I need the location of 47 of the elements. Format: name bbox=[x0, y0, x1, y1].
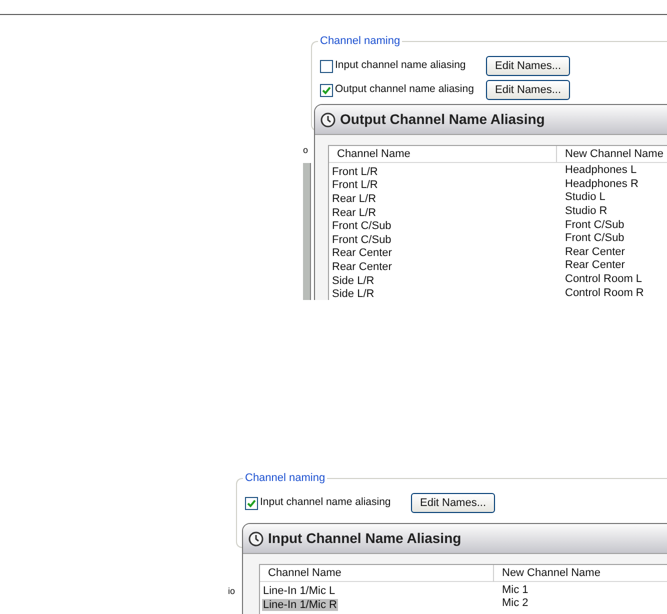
edit-names-button[interactable]: Edit Names... bbox=[486, 80, 570, 100]
table-cell-text: Studio R bbox=[564, 205, 608, 218]
list-item[interactable]: Rear L/R bbox=[331, 192, 378, 205]
side-text: o bbox=[303, 145, 310, 155]
column-header[interactable]: New Channel Name bbox=[556, 146, 664, 162]
table-cell-text: Rear Center bbox=[564, 246, 625, 259]
list-item[interactable]: Side L/R bbox=[331, 274, 376, 287]
side-text: io bbox=[228, 586, 236, 596]
table-cell-text: Rear Center bbox=[564, 259, 625, 272]
checkbox[interactable] bbox=[245, 496, 258, 510]
dialog-title: Output Channel Name Aliasing bbox=[340, 110, 545, 129]
checkbox-label: Input channel name aliasing bbox=[260, 495, 392, 510]
table-cell-text: Control Room R bbox=[564, 286, 644, 300]
edit-names-button[interactable]: Edit Names... bbox=[411, 493, 495, 514]
table-cell-text: Mic 2 bbox=[501, 597, 528, 610]
clock-icon bbox=[248, 530, 264, 547]
table-cell-text: Mic 1 bbox=[501, 584, 528, 597]
check-icon bbox=[247, 498, 256, 508]
column-header[interactable]: New Channel Name bbox=[493, 565, 600, 582]
group-title: Channel naming bbox=[318, 34, 402, 48]
table-cell-text: Headphones R bbox=[564, 178, 638, 191]
check-icon bbox=[322, 86, 331, 94]
table-cell-text: Control Room L bbox=[564, 273, 642, 286]
checkbox[interactable] bbox=[320, 84, 333, 96]
list-item[interactable]: Side L/R bbox=[331, 288, 376, 300]
list-item[interactable]: Rear Center bbox=[331, 260, 393, 273]
list-item[interactable]: Front L/R bbox=[331, 179, 379, 192]
checkbox-label: Output channel name aliasing bbox=[335, 82, 475, 98]
table-cell-text: Studio L bbox=[564, 191, 606, 204]
list-item[interactable]: Rear Center bbox=[331, 247, 393, 260]
edit-names-button[interactable]: Edit Names... bbox=[486, 56, 570, 76]
clock-icon bbox=[320, 112, 336, 128]
list-item[interactable]: Line-In 1/Mic L bbox=[262, 585, 336, 598]
dialog-title: Input Channel Name Aliasing bbox=[268, 529, 462, 548]
table-cell-text: Front C/Sub bbox=[564, 218, 624, 232]
list-item[interactable]: Line-In 1/Mic R bbox=[262, 598, 338, 611]
table-cell-text: Headphones L bbox=[564, 164, 637, 178]
list-item[interactable]: Front C/Sub bbox=[331, 220, 392, 232]
column-header[interactable]: Channel Name bbox=[260, 565, 493, 582]
list-item[interactable]: Front L/R bbox=[331, 166, 379, 178]
list-item[interactable]: Front C/Sub bbox=[331, 234, 392, 246]
table-cell-text: Front C/Sub bbox=[564, 232, 624, 246]
group-title: Channel naming bbox=[243, 471, 328, 486]
list-item[interactable]: Rear L/R bbox=[331, 206, 378, 219]
checkbox[interactable] bbox=[320, 60, 333, 72]
column-header[interactable]: Channel Name bbox=[329, 146, 556, 162]
checkbox-label: Input channel name aliasing bbox=[335, 58, 467, 74]
